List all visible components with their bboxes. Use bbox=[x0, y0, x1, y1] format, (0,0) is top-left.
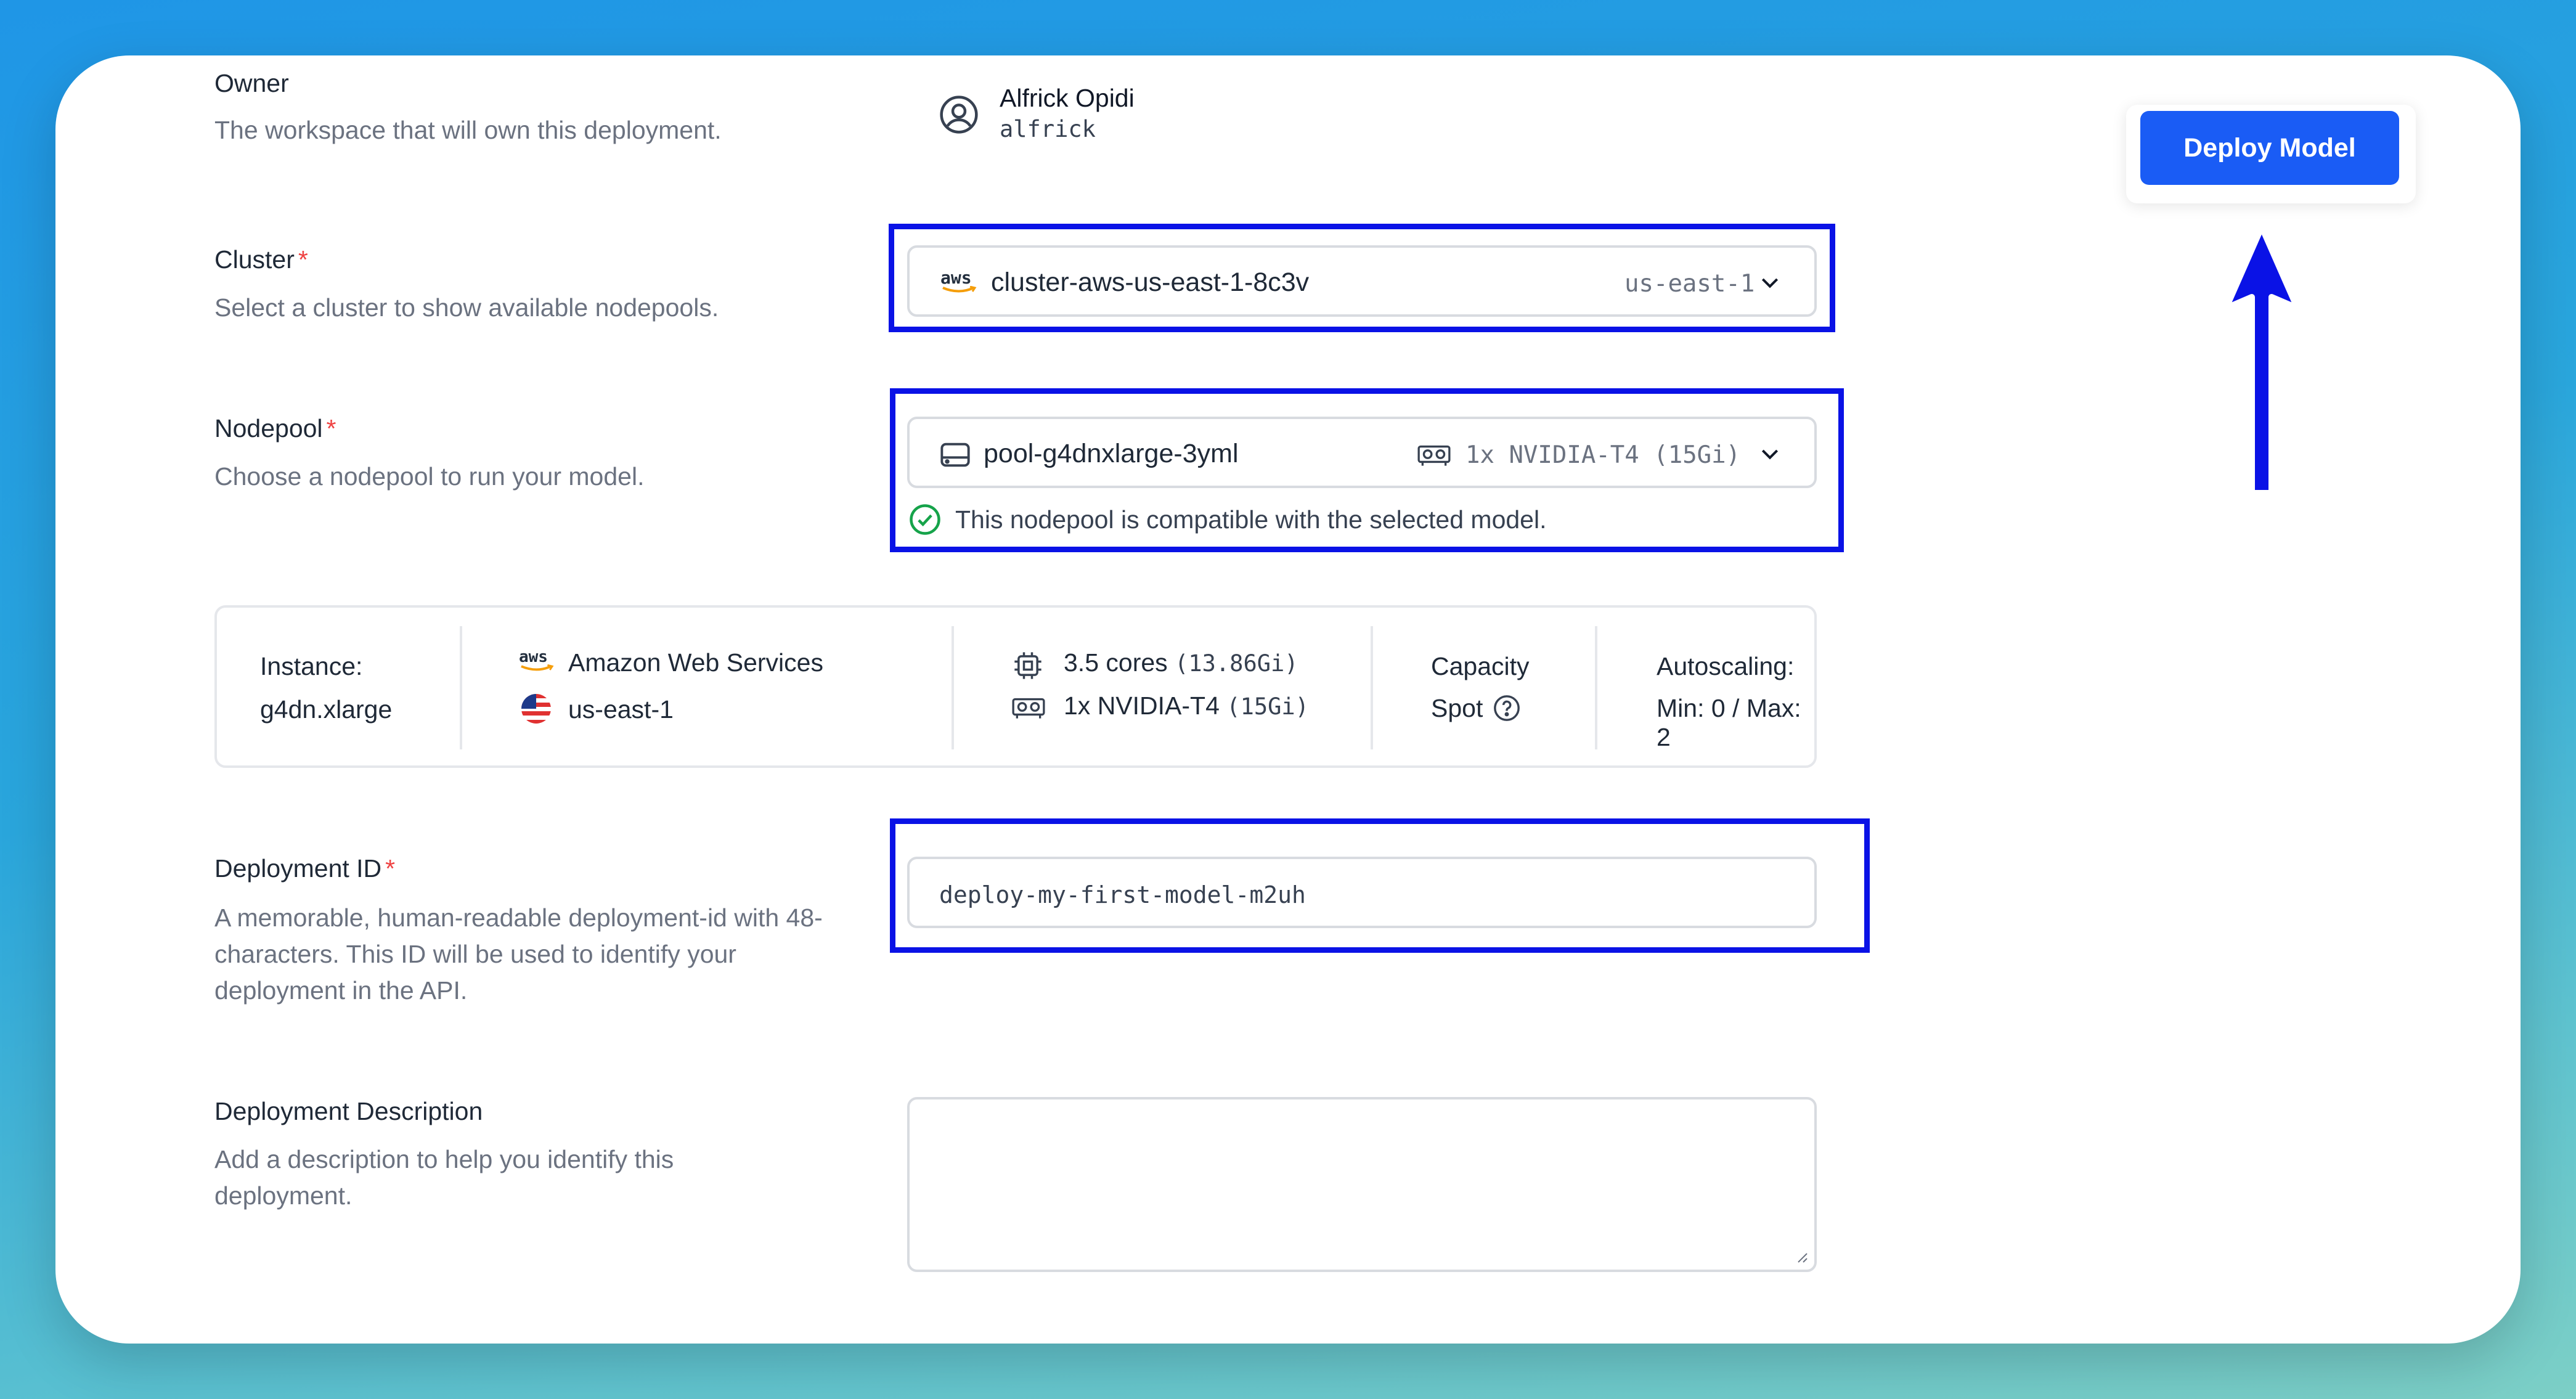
capacity-label: Capacity bbox=[1431, 652, 1530, 680]
owner-label: Owner bbox=[214, 69, 289, 97]
cluster-value: cluster-aws-us-east-1-8c3v bbox=[991, 267, 1310, 297]
cpu-spec: 3.5 cores (13.86Gi) bbox=[1064, 648, 1298, 677]
instance-value: g4dn.xlarge bbox=[260, 695, 393, 724]
cluster-description: Select a cluster to show available nodep… bbox=[214, 293, 719, 322]
instance-info-panel: Instance: g4dn.xlarge aws Amazon Web Ser… bbox=[214, 605, 1817, 768]
gpu-icon bbox=[1416, 441, 1452, 467]
resize-handle-icon[interactable] bbox=[1793, 1249, 1808, 1263]
deployment-id-description: A memorable, human-readable deployment-i… bbox=[214, 903, 823, 1005]
chevron-down-icon[interactable] bbox=[1758, 270, 1782, 295]
nodepool-compat-message: This nodepool is compatible with the sel… bbox=[955, 505, 1547, 534]
arrow-up-icon bbox=[2219, 222, 2305, 499]
nodepool-label: Nodepool * bbox=[214, 414, 336, 443]
deployment-description-label: Deployment Description bbox=[214, 1097, 483, 1125]
provider-name: Amazon Web Services bbox=[568, 648, 823, 677]
cluster-region: us-east-1 bbox=[1624, 270, 1755, 298]
help-circle-icon[interactable] bbox=[1493, 694, 1521, 722]
cpu-icon bbox=[1012, 650, 1044, 682]
gpu-spec: 1x NVIDIA-T4 (15Gi) bbox=[1064, 691, 1309, 720]
autoscaling-value: Min: 0 / Max: 2 bbox=[1657, 694, 1801, 751]
nodepool-value: pool-g4dnxlarge-3yml bbox=[984, 439, 1239, 468]
chevron-down-icon[interactable] bbox=[1758, 441, 1782, 466]
owner-username: alfrick bbox=[1000, 116, 1096, 142]
instance-label: Instance: bbox=[260, 652, 363, 680]
divider bbox=[460, 626, 462, 749]
deployment-description-textarea[interactable] bbox=[907, 1097, 1817, 1272]
owner-description: The workspace that will own this deploym… bbox=[214, 116, 722, 144]
deployment-id-label: Deployment ID * bbox=[214, 854, 396, 883]
nodepool-select[interactable]: pool-g4dnxlarge-3yml 1x NVIDIA-T4 (15Gi) bbox=[907, 417, 1817, 488]
server-icon bbox=[939, 440, 971, 470]
divider bbox=[952, 626, 954, 749]
deploy-settings-card: Owner The workspace that will own this d… bbox=[55, 55, 2521, 1344]
provider-region: us-east-1 bbox=[568, 695, 674, 724]
gpu-icon bbox=[1011, 694, 1046, 720]
cluster-select[interactable]: aws cluster-aws-us-east-1-8c3v us-east-1 bbox=[907, 245, 1817, 317]
nodepool-gpu: 1x NVIDIA-T4 (15Gi) bbox=[1465, 441, 1741, 469]
cluster-label: Cluster * bbox=[214, 245, 308, 274]
divider bbox=[1371, 626, 1373, 749]
deploy-button-panel: Deploy Model bbox=[2126, 105, 2416, 203]
nodepool-description: Choose a nodepool to run your model. bbox=[214, 462, 645, 491]
divider bbox=[1595, 626, 1597, 749]
autoscaling-label: Autoscaling: bbox=[1657, 652, 1795, 680]
user-circle-icon bbox=[938, 94, 980, 136]
us-flag-icon bbox=[521, 694, 551, 724]
capacity-value: Spot bbox=[1431, 694, 1483, 722]
deployment-id-value: deploy-my-first-model-m2uh bbox=[939, 881, 1306, 908]
owner-name: Alfrick Opidi bbox=[1000, 84, 1135, 112]
aws-logo-icon: aws bbox=[519, 649, 555, 677]
check-circle-icon bbox=[908, 503, 942, 536]
deploy-model-button[interactable]: Deploy Model bbox=[2140, 111, 2399, 185]
deployment-description-help: Add a description to help you identify t… bbox=[214, 1145, 674, 1210]
aws-logo-icon: aws bbox=[940, 269, 977, 298]
deployment-id-input[interactable]: deploy-my-first-model-m2uh bbox=[907, 857, 1817, 928]
